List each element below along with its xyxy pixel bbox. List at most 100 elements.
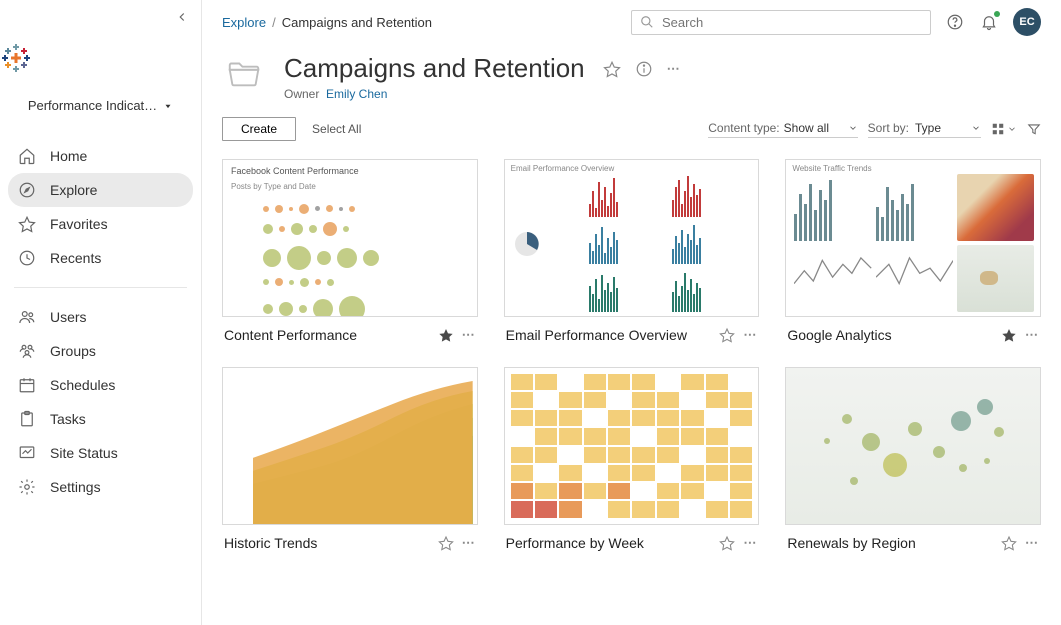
help-button[interactable] — [945, 12, 965, 32]
site-picker-label: Performance Indicat… — [28, 98, 157, 113]
compass-icon — [18, 181, 36, 199]
info-button[interactable] — [635, 60, 653, 78]
filter-button[interactable] — [1027, 122, 1041, 136]
card-favorite-button[interactable] — [1001, 535, 1017, 551]
card-thumbnail: Website Traffic Trends — [785, 159, 1041, 317]
notification-dot — [994, 11, 1000, 17]
nav-groups[interactable]: Groups — [0, 334, 201, 368]
header-actions: ⋯ — [603, 60, 681, 78]
card-thumbnail: Facebook Content Performance Posts by Ty… — [222, 159, 478, 317]
card-favorite-button[interactable] — [438, 327, 454, 343]
tableau-logo — [0, 42, 201, 74]
search-box[interactable] — [631, 10, 931, 35]
nav-label: Tasks — [50, 411, 86, 427]
chevron-down-icon — [1007, 124, 1017, 134]
card-favorite-button[interactable] — [438, 535, 454, 551]
breadcrumb-current: Campaigns and Retention — [282, 15, 432, 30]
card-title: Content Performance — [224, 327, 430, 343]
nav-site-status[interactable]: Site Status — [0, 436, 201, 470]
content-type-picker[interactable]: Content type: Show all — [708, 119, 857, 138]
nav-users[interactable]: Users — [0, 300, 201, 334]
card-more-button[interactable]: ⋯ — [462, 327, 476, 343]
caret-down-icon — [163, 101, 173, 111]
card-title: Email Performance Overview — [506, 327, 712, 343]
toolbar-right: Content type: Show all Sort by: Type — [708, 119, 1041, 138]
clipboard-icon — [18, 410, 36, 428]
filter-icon — [1027, 122, 1041, 136]
card-more-button[interactable]: ⋯ — [743, 535, 757, 551]
users-icon — [18, 308, 36, 326]
card-footer: Google Analytics ⋯ — [785, 317, 1041, 343]
breadcrumb-root[interactable]: Explore — [222, 15, 266, 30]
nav-divider — [14, 287, 187, 288]
card-historic-trends[interactable]: Historic Trends ⋯ — [222, 367, 478, 551]
nav-settings[interactable]: Settings — [0, 470, 201, 504]
nav-label: Users — [50, 309, 87, 325]
search-input[interactable] — [662, 15, 922, 30]
card-email-performance[interactable]: Email Performance Overview Email Perform… — [504, 159, 760, 343]
gear-icon — [18, 478, 36, 496]
card-footer: Content Performance ⋯ — [222, 317, 478, 343]
card-content-performance[interactable]: Facebook Content Performance Posts by Ty… — [222, 159, 478, 343]
folder-icon — [222, 54, 266, 92]
sparkline-icon — [876, 245, 953, 296]
home-icon — [18, 147, 36, 165]
owner-link[interactable]: Emily Chen — [326, 87, 387, 101]
main: Explore / Campaigns and Retention EC Cam… — [202, 0, 1061, 625]
chevron-down-icon — [971, 123, 981, 133]
page-title: Campaigns and Retention — [284, 54, 585, 83]
chevron-down-icon — [848, 123, 858, 133]
pie-icon — [513, 230, 541, 258]
nav-tasks[interactable]: Tasks — [0, 402, 201, 436]
sort-by-value: Type — [915, 121, 965, 135]
card-thumbnail: Email Performance Overview — [504, 159, 760, 317]
card-footer: Performance by Week ⋯ — [504, 525, 760, 551]
nav-favorites[interactable]: Favorites — [0, 207, 201, 241]
site-picker[interactable]: Performance Indicat… — [0, 90, 201, 121]
status-icon — [18, 444, 36, 462]
heatmap-icon — [511, 374, 753, 518]
view-mode-button[interactable] — [991, 122, 1017, 136]
header-more-button[interactable]: ⋯ — [667, 61, 681, 77]
card-more-button[interactable]: ⋯ — [462, 535, 476, 551]
card-favorite-button[interactable] — [1001, 327, 1017, 343]
nav-recents[interactable]: Recents — [0, 241, 201, 275]
sort-by-picker[interactable]: Sort by: Type — [868, 119, 981, 138]
owner-label: Owner — [284, 87, 319, 101]
sidebar-collapse-handle[interactable] — [175, 10, 189, 24]
nav-label: Explore — [50, 182, 97, 198]
card-renewals-by-region[interactable]: Renewal Rate — [785, 367, 1041, 551]
page-header: Campaigns and Retention Owner Emily Chen… — [202, 40, 1061, 109]
help-icon — [946, 13, 964, 31]
card-favorite-button[interactable] — [719, 535, 735, 551]
sort-by-label: Sort by: — [868, 121, 909, 135]
card-favorite-button[interactable] — [719, 327, 735, 343]
card-footer: Renewals by Region ⋯ — [785, 525, 1041, 551]
map-asia-icon — [957, 174, 1034, 241]
sidebar: Performance Indicat… Home Explore Favori… — [0, 0, 202, 625]
nav-explore[interactable]: Explore — [8, 173, 193, 207]
nav-label: Recents — [50, 250, 101, 266]
create-button[interactable]: Create — [222, 117, 296, 141]
favorite-header-button[interactable] — [603, 60, 621, 78]
card-footer: Historic Trends ⋯ — [222, 525, 478, 551]
card-more-button[interactable]: ⋯ — [1025, 327, 1039, 343]
content-type-label: Content type: — [708, 121, 779, 135]
user-avatar[interactable]: EC — [1013, 8, 1041, 36]
grid-icon — [991, 122, 1005, 136]
notifications-button[interactable] — [979, 12, 999, 32]
select-all-button[interactable]: Select All — [312, 122, 361, 136]
nav-schedules[interactable]: Schedules — [0, 368, 201, 402]
breadcrumb: Explore / Campaigns and Retention — [222, 15, 432, 30]
card-performance-by-week[interactable]: Performance by Week ⋯ — [504, 367, 760, 551]
card-more-button[interactable]: ⋯ — [743, 327, 757, 343]
card-more-button[interactable]: ⋯ — [1025, 535, 1039, 551]
groups-icon — [18, 342, 36, 360]
sparkline-icon — [794, 245, 871, 296]
calendar-icon — [18, 376, 36, 394]
nav-label: Home — [50, 148, 87, 164]
breadcrumb-sep: / — [272, 15, 276, 30]
map-oceania-icon — [957, 245, 1034, 312]
card-google-analytics[interactable]: Website Traffic Trends Google Analytics … — [785, 159, 1041, 343]
nav-home[interactable]: Home — [0, 139, 201, 173]
